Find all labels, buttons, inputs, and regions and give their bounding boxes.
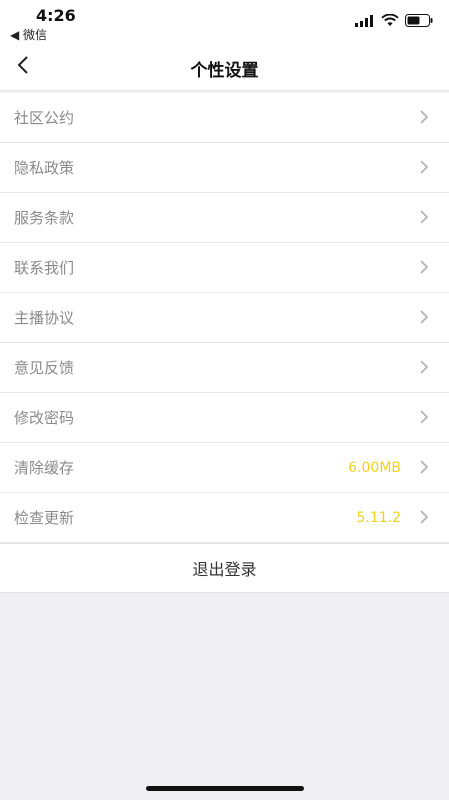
settings-row-label: 主播协议: [14, 309, 75, 327]
signal-icon: [355, 12, 375, 31]
chevron-right-icon: [417, 259, 431, 275]
status-time: 4:26: [36, 6, 76, 25]
version-value: 5.11.2: [356, 509, 401, 526]
chevron-right-icon: [417, 109, 431, 125]
chevron-right-icon: [417, 209, 431, 225]
chevron-right-icon: [417, 409, 431, 425]
settings-row-feedback[interactable]: 意见反馈: [0, 343, 449, 393]
settings-list: 社区公约 隐私政策 服务条款 联系我们 主播协议 意见反馈 修改密码 清除缓存 …: [0, 93, 449, 543]
page-title: 个性设置: [190, 61, 259, 81]
logout-label: 退出登录: [192, 560, 257, 579]
settings-row-terms-of-service[interactable]: 服务条款: [0, 193, 449, 243]
chevron-right-icon: [417, 509, 431, 525]
settings-row-change-password[interactable]: 修改密码: [0, 393, 449, 443]
settings-row-check-update[interactable]: 检查更新 5.11.2: [0, 493, 449, 543]
chevron-right-icon: [417, 159, 431, 175]
chevron-right-icon: [417, 359, 431, 375]
settings-row-label: 检查更新: [14, 509, 75, 527]
settings-row-community-rules[interactable]: 社区公约: [0, 93, 449, 143]
settings-row-privacy-policy[interactable]: 隐私政策: [0, 143, 449, 193]
settings-row-clear-cache[interactable]: 清除缓存 6.00MB: [0, 443, 449, 493]
settings-row-streamer-agreement[interactable]: 主播协议: [0, 293, 449, 343]
back-to-app-link[interactable]: ◀ 微信: [10, 26, 47, 43]
chevron-right-icon: [417, 459, 431, 475]
cache-size-value: 6.00MB: [348, 459, 401, 476]
settings-row-label: 隐私政策: [14, 159, 75, 177]
settings-row-label: 意见反馈: [14, 359, 75, 377]
home-indicator[interactable]: [146, 786, 304, 791]
wifi-icon: [381, 12, 399, 31]
navigation-bar: 个性设置: [0, 44, 449, 91]
status-icons: [355, 12, 433, 31]
settings-row-contact-us[interactable]: 联系我们: [0, 243, 449, 293]
status-bar: 4:26 ◀ 微信: [0, 0, 449, 44]
battery-icon: [405, 12, 433, 31]
settings-row-label: 修改密码: [14, 409, 75, 427]
settings-row-label: 清除缓存: [14, 459, 75, 477]
settings-row-label: 服务条款: [14, 209, 75, 227]
settings-row-label: 联系我们: [14, 259, 75, 277]
chevron-right-icon: [417, 309, 431, 325]
logout-button[interactable]: 退出登录: [0, 543, 449, 593]
settings-row-label: 社区公约: [14, 109, 75, 127]
